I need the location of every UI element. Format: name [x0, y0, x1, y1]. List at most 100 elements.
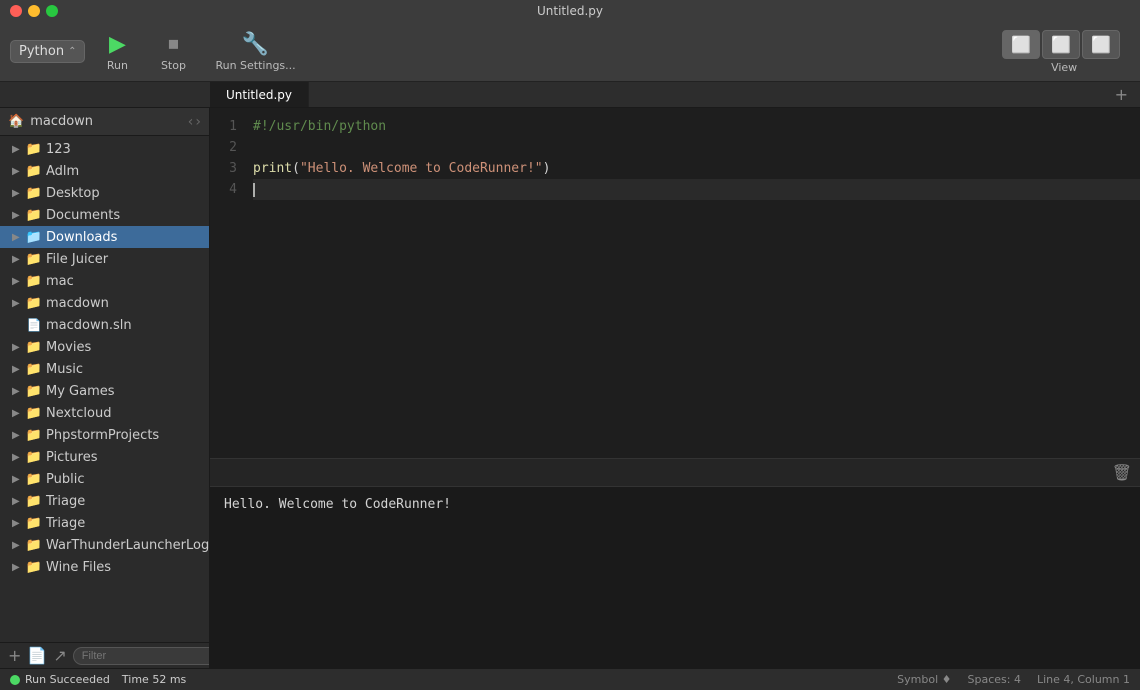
expand-arrow-icon: ▶: [12, 298, 22, 309]
sidebar-item-label: Desktop: [46, 186, 100, 201]
expand-arrow-icon: ▶: [12, 408, 22, 419]
folder-icon: 📁: [26, 296, 42, 310]
expand-arrow-icon: ▶: [12, 210, 22, 221]
sidebar-item-label: PhpstormProjects: [46, 428, 159, 443]
folder-icon: 📁: [26, 274, 42, 288]
status-right: Symbol ♦ Spaces: 4 Line 4, Column 1: [897, 673, 1130, 686]
time-label-text: Time: [122, 673, 152, 686]
expand-arrow-icon: ▶: [12, 452, 22, 463]
view-left-button[interactable]: ⬜: [1002, 30, 1040, 59]
filter-input[interactable]: [73, 647, 210, 665]
expand-arrow-icon: ▶: [12, 254, 22, 265]
sidebar-item-my-games-11[interactable]: ▶📁My Games: [0, 380, 209, 402]
time-label: Time 52 ms: [122, 673, 186, 686]
sidebar-item-pictures-14[interactable]: ▶📁Pictures: [0, 446, 209, 468]
output-text: Hello. Welcome to CodeRunner!: [224, 497, 451, 512]
run-button[interactable]: ▶ Run: [93, 28, 141, 76]
sidebar-item-documents-3[interactable]: ▶📁Documents: [0, 204, 209, 226]
code-line-1: #!/usr/bin/python: [253, 116, 1140, 137]
expand-arrow-icon: ▶: [12, 518, 22, 529]
chevron-right-icon: ›: [195, 114, 201, 130]
sidebar-item-file-juicer-5[interactable]: ▶📁File Juicer: [0, 248, 209, 270]
folder-icon: 📁: [26, 494, 42, 508]
line-status: Line 4, Column 1: [1037, 673, 1130, 686]
output-toolbar: 🗑: [210, 459, 1140, 487]
folder-icon: 📁: [26, 538, 42, 552]
run-settings-label: Run Settings...: [215, 59, 295, 72]
language-label: Python: [19, 44, 64, 59]
sidebar-header: 🏠 macdown ‹ ›: [0, 108, 209, 136]
sidebar-item-macdown.sln-8[interactable]: 📄macdown.sln: [0, 314, 209, 336]
language-selector[interactable]: Python ⌃: [10, 40, 85, 63]
time-value: 52 ms: [152, 673, 186, 686]
add-folder-button[interactable]: +: [8, 646, 21, 665]
folder-icon: 📁: [26, 142, 42, 156]
close-button[interactable]: [10, 5, 22, 17]
run-settings-button[interactable]: 🔧 Run Settings...: [205, 28, 305, 76]
stop-button[interactable]: ⏹ Stop: [149, 28, 197, 76]
sidebar-item-label: Downloads: [46, 230, 117, 245]
sidebar-item-phpstormprojects-13[interactable]: ▶📁PhpstormProjects: [0, 424, 209, 446]
view-controls: ⬜ ⬜ ⬜: [1002, 30, 1120, 59]
code-editor[interactable]: 1 2 3 4 #!/usr/bin/python print("Hello. …: [210, 108, 1140, 458]
line-number: 3: [210, 158, 237, 179]
sidebar-item-public-15[interactable]: ▶📁Public: [0, 468, 209, 490]
stop-icon: ⏹: [168, 32, 179, 57]
expand-arrow-icon: ▶: [12, 144, 22, 155]
status-indicator: [10, 675, 20, 685]
sidebar-item-wine-files-19[interactable]: ▶📁Wine Files: [0, 556, 209, 578]
sidebar-item-movies-9[interactable]: ▶📁Movies: [0, 336, 209, 358]
window-title: Untitled.py: [537, 4, 603, 18]
folder-icon: 📁: [26, 186, 42, 200]
sidebar-item-123-0[interactable]: ▶📁123: [0, 138, 209, 160]
sidebar-item-nextcloud-12[interactable]: ▶📁Nextcloud: [0, 402, 209, 424]
active-tab[interactable]: Untitled.py: [210, 82, 309, 107]
code-area[interactable]: #!/usr/bin/python print("Hello. Welcome …: [245, 108, 1140, 458]
view-center-button[interactable]: ⬜: [1042, 30, 1080, 59]
expand-arrow-icon: ▶: [12, 364, 22, 375]
sidebar-item-macdown-7[interactable]: ▶ 📁 macdown: [0, 292, 209, 314]
sidebar-item-warthunderlauncherlogs-18[interactable]: ▶ 📁 WarThunderLauncherLogs: [0, 534, 209, 556]
clear-output-button[interactable]: 🗑: [1112, 463, 1132, 482]
expand-arrow-icon: ▶: [12, 540, 22, 551]
folder-icon: 📁: [26, 384, 42, 398]
home-icon: 🏠: [8, 114, 24, 129]
toolbar: Python ⌃ ▶ Run ⏹ Stop 🔧 Run Settings... …: [0, 22, 1140, 82]
sidebar-item-downloads-4[interactable]: ▶📁Downloads: [0, 226, 209, 248]
sidebar-item-label: Music: [46, 362, 83, 377]
output-panel: 🗑 Hello. Welcome to CodeRunner!: [210, 458, 1140, 668]
code-line-3: print("Hello. Welcome to CodeRunner!"): [253, 158, 1140, 179]
sidebar: 🏠 macdown ‹ › ▶📁123▶📁Adlm▶📁Desktop▶📁Docu…: [0, 108, 210, 668]
view-controls-group: ⬜ ⬜ ⬜ View: [1002, 30, 1130, 74]
sidebar-item-desktop-2[interactable]: ▶ 📁 Desktop: [0, 182, 209, 204]
add-tab-button[interactable]: +: [1107, 85, 1136, 104]
sidebar-item-adlm-1[interactable]: ▶📁Adlm: [0, 160, 209, 182]
sidebar-nav-buttons[interactable]: ‹ ›: [188, 114, 201, 130]
expand-arrow-icon: ▶: [12, 474, 22, 485]
line-number: 4: [210, 179, 237, 200]
right-panel: 1 2 3 4 #!/usr/bin/python print("Hello. …: [210, 108, 1140, 668]
folder-icon: 📁: [26, 208, 42, 222]
minimize-button[interactable]: [28, 5, 40, 17]
view-right-button[interactable]: ⬜: [1082, 30, 1120, 59]
sidebar-footer: + 📄 ↗: [0, 642, 209, 668]
code-line-4: [253, 179, 1140, 200]
code-line-2: [253, 137, 1140, 158]
sidebar-item-label: WarThunderLauncherLogs: [46, 538, 209, 553]
run-label: Run: [107, 59, 128, 72]
sidebar-item-label: File Juicer: [46, 252, 108, 267]
maximize-button[interactable]: [46, 5, 58, 17]
expand-arrow-icon: ▶: [12, 496, 22, 507]
sidebar-item-mac-6[interactable]: ▶📁mac: [0, 270, 209, 292]
folder-icon: 📁: [26, 516, 42, 530]
folder-icon: 📁: [26, 406, 42, 420]
sidebar-item-label: macdown: [46, 296, 109, 311]
move-button[interactable]: ↗: [53, 646, 66, 665]
expand-arrow-icon: ▶: [12, 188, 22, 199]
sidebar-item-music-10[interactable]: ▶📁Music: [0, 358, 209, 380]
sidebar-item-triage-17[interactable]: ▶📁Triage: [0, 512, 209, 534]
sidebar-item-label: mac: [46, 274, 74, 289]
add-file-button[interactable]: 📄: [27, 646, 47, 665]
sidebar-item-triage-16[interactable]: ▶📁Triage: [0, 490, 209, 512]
sidebar-item-label: Movies: [46, 340, 91, 355]
